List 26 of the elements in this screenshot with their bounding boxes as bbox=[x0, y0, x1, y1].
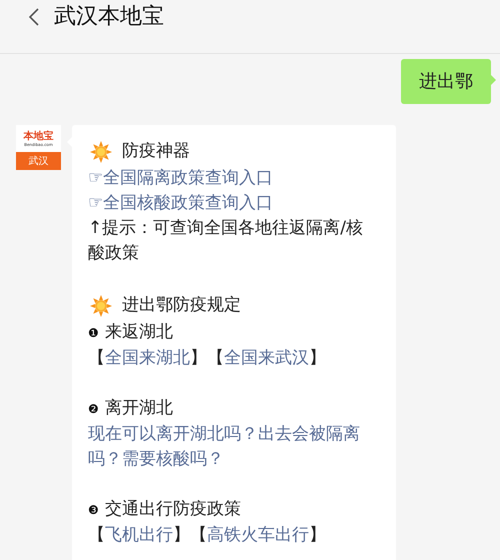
city-label: 武汉 bbox=[28, 154, 48, 168]
bracket-text: 】【 bbox=[190, 348, 224, 368]
sun-icon bbox=[90, 294, 112, 316]
link[interactable]: 飞机出行 bbox=[105, 525, 173, 545]
bracket-text: 】【 bbox=[173, 525, 207, 545]
link[interactable]: 现在可以离开湖北吗？出去会被隔离吗？需要核酸吗？ bbox=[88, 422, 366, 472]
hint-text: ↑提示：可查询全国各地往返隔离/核酸政策 bbox=[88, 217, 364, 265]
link[interactable]: 全国来武汉 bbox=[224, 348, 309, 368]
chat-title: 武汉本地宝 bbox=[54, 3, 164, 31]
bracket-text: 【 bbox=[88, 525, 105, 545]
bracket-text: 【 bbox=[88, 348, 105, 368]
bubble-tail bbox=[491, 75, 496, 85]
section-title: ❷ 离开湖北 bbox=[88, 397, 174, 420]
section-title: ❶ 来返湖北 bbox=[88, 321, 174, 344]
section-heading: 防疫神器 bbox=[122, 140, 190, 163]
link[interactable]: 高铁火车出行 bbox=[207, 525, 309, 545]
bracket-text: 】 bbox=[309, 348, 326, 368]
bracket-text: 】 bbox=[309, 525, 326, 545]
back-icon bbox=[29, 8, 39, 26]
section-title: ❸ 交通出行防疫政策 bbox=[88, 498, 242, 521]
logo-text: 本地宝 bbox=[24, 130, 54, 142]
link[interactable]: ☞全国隔离政策查询入口 bbox=[88, 166, 366, 191]
link[interactable]: 全国来湖北 bbox=[105, 348, 190, 368]
section-heading: 进出鄂防疫规定 bbox=[122, 294, 241, 317]
sun-icon bbox=[90, 140, 112, 162]
link[interactable]: ☞全国核酸政策查询入口 bbox=[88, 191, 366, 216]
